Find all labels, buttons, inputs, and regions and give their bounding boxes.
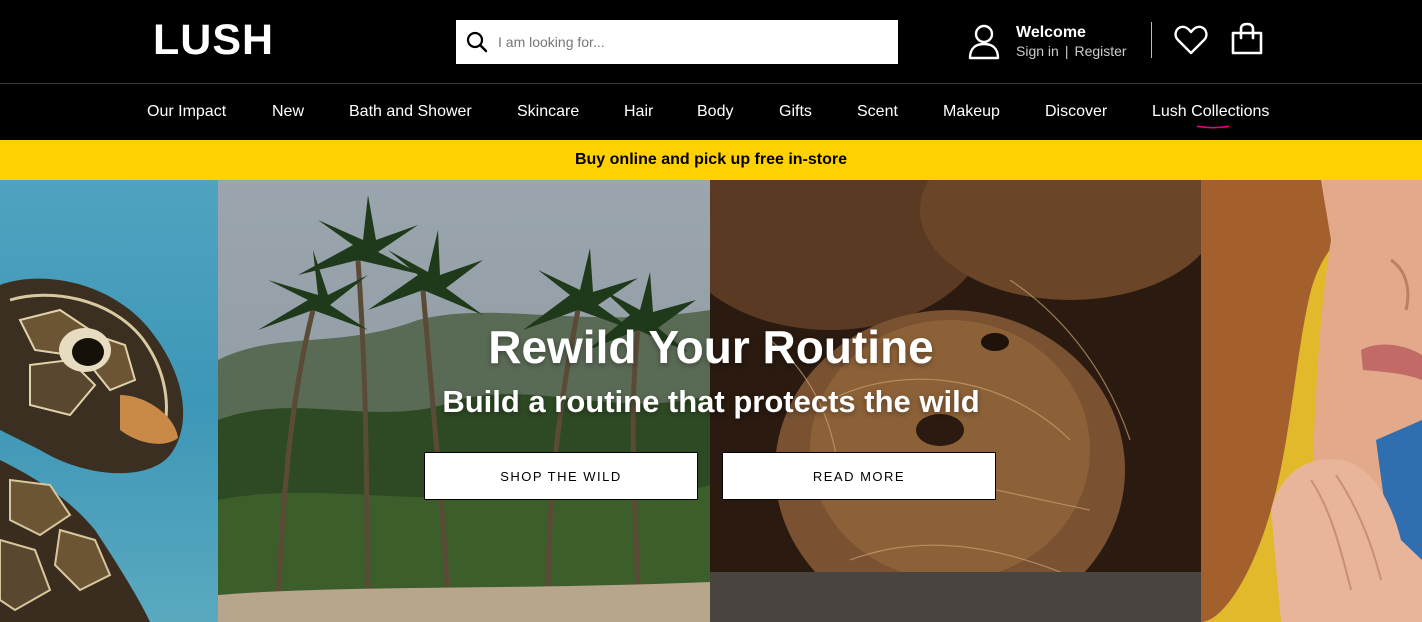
nav-item-gifts[interactable]: Gifts [779, 103, 812, 121]
nav-item-new[interactable]: New [272, 103, 304, 121]
hero-title: Rewild Your Routine [488, 321, 934, 373]
search-input[interactable] [498, 27, 878, 57]
nav-item-discover[interactable]: Discover [1045, 103, 1107, 121]
nav-item-body[interactable]: Body [697, 103, 733, 121]
search-bar[interactable] [456, 20, 898, 64]
nav-item-our-impact[interactable]: Our Impact [147, 103, 226, 121]
hero-subtitle: Build a routine that protects the wild [442, 384, 980, 419]
shop-the-wild-button[interactable]: SHOP THE WILD [424, 452, 698, 500]
auth-separator: | [1064, 42, 1069, 59]
nav-item-makeup[interactable]: Makeup [943, 103, 1000, 121]
shopping-bag-icon[interactable] [1230, 22, 1264, 56]
user-icon[interactable] [966, 22, 1002, 62]
read-more-button[interactable]: READ MORE [722, 452, 996, 500]
register-link[interactable]: Register [1074, 43, 1126, 59]
header-divider [1151, 22, 1152, 58]
sign-in-link[interactable]: Sign in [1016, 43, 1059, 59]
nav-item-hair[interactable]: Hair [624, 103, 653, 121]
nav-item-bath-and-shower[interactable]: Bath and Shower [349, 103, 472, 121]
hero-section: Rewild Your Routine Build a routine that… [0, 180, 1422, 622]
welcome-label: Welcome [1016, 23, 1086, 41]
active-nav-underline [1196, 125, 1230, 129]
heart-icon[interactable] [1174, 24, 1208, 56]
lush-logo[interactable]: LUSH [153, 19, 274, 62]
site-header: LUSH Welcome Sign in | Register [0, 0, 1422, 84]
promo-banner[interactable]: Buy online and pick up free in-store [0, 140, 1422, 180]
main-navigation: Our Impact New Bath and Shower Skincare … [0, 85, 1422, 140]
account-area: Welcome Sign in | Register [966, 20, 1127, 64]
promo-banner-text: Buy online and pick up free in-store [574, 151, 848, 168]
search-icon[interactable] [456, 20, 498, 64]
nav-item-scent[interactable]: Scent [857, 103, 898, 121]
account-text: Welcome Sign in | Register [1016, 24, 1127, 61]
nav-item-skincare[interactable]: Skincare [517, 103, 579, 121]
nav-item-lush-collections[interactable]: Lush Collections [1152, 103, 1269, 121]
auth-links: Sign in | Register [1016, 43, 1127, 59]
